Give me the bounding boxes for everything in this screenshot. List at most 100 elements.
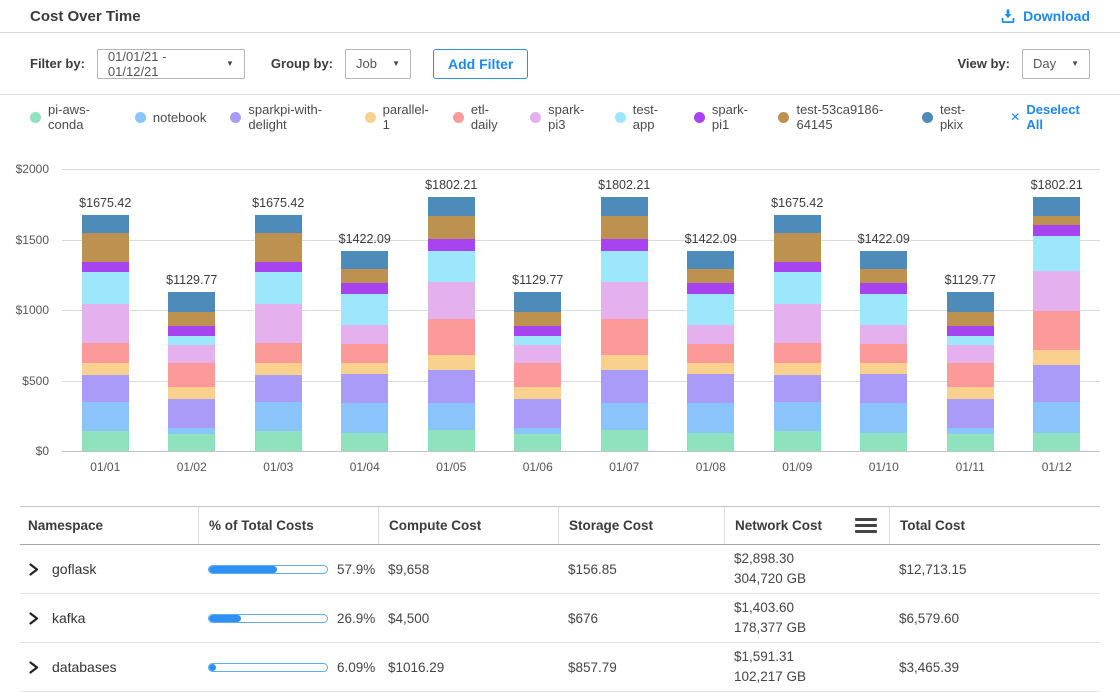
bar-segment-pi-aws-conda[interactable] (514, 434, 561, 451)
expand-row-chevron-icon[interactable] (28, 661, 39, 674)
bar-segment-pi-aws-conda[interactable] (947, 434, 994, 451)
bar-segment-spark-pi3[interactable] (774, 304, 821, 343)
legend-item-pi-aws-conda[interactable]: pi-aws-conda (30, 102, 111, 132)
bar-segment-etl-daily[interactable] (514, 363, 561, 387)
bar-segment-test-pkix[interactable] (601, 197, 648, 216)
bar-segment-notebook[interactable] (341, 403, 388, 433)
bar-segment-spark-pi1[interactable] (687, 283, 734, 294)
bar-segment-notebook[interactable] (860, 403, 907, 433)
bar-segment-sparkpi-with-delight[interactable] (341, 374, 388, 403)
bar-segment-etl-daily[interactable] (774, 343, 821, 363)
bar-segment-test-pkix[interactable] (341, 251, 388, 269)
bar-segment-pi-aws-conda[interactable] (168, 434, 215, 451)
bar-segment-test-app[interactable] (82, 272, 129, 304)
bar-segment-parallel-1[interactable] (860, 363, 907, 373)
bar-segment-test-53ca9186-64145[interactable] (860, 269, 907, 283)
bar-segment-test-app[interactable] (255, 272, 302, 304)
bar-segment-spark-pi1[interactable] (82, 262, 129, 271)
bar-segment-parallel-1[interactable] (168, 387, 215, 399)
bar-segment-parallel-1[interactable] (514, 387, 561, 399)
legend-item-etl-daily[interactable]: etl-daily (453, 102, 506, 132)
bar-segment-spark-pi1[interactable] (1033, 225, 1080, 236)
bar-segment-spark-pi1[interactable] (774, 262, 821, 271)
legend-item-parallel-1[interactable]: parallel-1 (365, 102, 429, 132)
bar-segment-sparkpi-with-delight[interactable] (860, 374, 907, 403)
bar-segment-spark-pi3[interactable] (601, 282, 648, 320)
bar-segment-test-pkix[interactable] (255, 215, 302, 233)
bar-segment-test-pkix[interactable] (428, 197, 475, 216)
bar-segment-test-53ca9186-64145[interactable] (774, 233, 821, 263)
bar-segment-notebook[interactable] (255, 402, 302, 431)
bar-segment-spark-pi3[interactable] (1033, 271, 1080, 310)
bar-segment-test-53ca9186-64145[interactable] (514, 312, 561, 326)
bar-segment-spark-pi1[interactable] (514, 326, 561, 336)
bar-segment-parallel-1[interactable] (82, 363, 129, 375)
legend-item-spark-pi1[interactable]: spark-pi1 (694, 102, 755, 132)
legend-item-notebook[interactable]: notebook (135, 110, 207, 125)
bar-segment-test-pkix[interactable] (687, 251, 734, 269)
bar-segment-test-53ca9186-64145[interactable] (341, 269, 388, 283)
bar-segment-etl-daily[interactable] (947, 363, 994, 387)
bar-segment-sparkpi-with-delight[interactable] (428, 370, 475, 403)
bar-segment-sparkpi-with-delight[interactable] (774, 375, 821, 402)
legend-item-test-53ca9186-64145[interactable]: test-53ca9186-64145 (778, 102, 897, 132)
bar-segment-pi-aws-conda[interactable] (428, 430, 475, 451)
bar-segment-test-pkix[interactable] (774, 215, 821, 233)
bar-segment-notebook[interactable] (687, 403, 734, 433)
legend-item-spark-pi3[interactable]: spark-pi3 (530, 102, 591, 132)
bar-segment-test-app[interactable] (514, 336, 561, 345)
bar-segment-pi-aws-conda[interactable] (341, 433, 388, 451)
bar-segment-parallel-1[interactable] (428, 355, 475, 370)
namespace-cell[interactable]: kafka (20, 610, 198, 626)
bar-segment-spark-pi1[interactable] (601, 239, 648, 251)
table-row-databases[interactable]: databases6.09%$1016.29$857.79$1,591.3110… (20, 643, 1100, 692)
bar-segment-spark-pi3[interactable] (82, 304, 129, 343)
date-range-select[interactable]: 01/01/21 - 01/12/21 ▼ (97, 49, 245, 79)
bar-segment-test-app[interactable] (601, 251, 648, 282)
bar-segment-pi-aws-conda[interactable] (82, 431, 129, 451)
bar-segment-notebook[interactable] (774, 402, 821, 431)
bar-segment-etl-daily[interactable] (341, 344, 388, 364)
expand-row-chevron-icon[interactable] (28, 563, 39, 576)
bar-segment-parallel-1[interactable] (687, 363, 734, 373)
bar-segment-etl-daily[interactable] (1033, 311, 1080, 350)
bar-segment-sparkpi-with-delight[interactable] (601, 370, 648, 403)
bar-segment-notebook[interactable] (428, 403, 475, 430)
bar-segment-test-app[interactable] (1033, 236, 1080, 272)
column-settings-icon[interactable] (853, 516, 879, 535)
bar-segment-sparkpi-with-delight[interactable] (687, 374, 734, 403)
legend-item-sparkpi-with-delight[interactable]: sparkpi-with-delight (230, 102, 340, 132)
bar-segment-sparkpi-with-delight[interactable] (82, 375, 129, 402)
bar-segment-parallel-1[interactable] (774, 363, 821, 375)
bar-segment-spark-pi1[interactable] (860, 283, 907, 294)
bar-segment-spark-pi1[interactable] (255, 262, 302, 271)
expand-row-chevron-icon[interactable] (28, 612, 39, 625)
table-row-kafka[interactable]: kafka26.9%$4,500$676$1,403.60178,377 GB$… (20, 594, 1100, 643)
bar-segment-spark-pi3[interactable] (255, 304, 302, 343)
bar-segment-notebook[interactable] (82, 402, 129, 431)
bar-segment-etl-daily[interactable] (82, 343, 129, 363)
bar-segment-pi-aws-conda[interactable] (687, 433, 734, 451)
bar-segment-pi-aws-conda[interactable] (601, 430, 648, 451)
bar-segment-parallel-1[interactable] (1033, 350, 1080, 364)
bar-segment-test-app[interactable] (428, 251, 475, 282)
bar-segment-test-53ca9186-64145[interactable] (255, 233, 302, 263)
bar-segment-test-pkix[interactable] (514, 292, 561, 312)
namespace-cell[interactable]: databases (20, 659, 198, 675)
bar-segment-test-pkix[interactable] (82, 215, 129, 233)
bar-segment-test-app[interactable] (341, 294, 388, 326)
bar-segment-sparkpi-with-delight[interactable] (168, 399, 215, 428)
bar-segment-test-pkix[interactable] (168, 292, 215, 312)
bar-segment-test-app[interactable] (687, 294, 734, 326)
bar-segment-test-app[interactable] (947, 336, 994, 345)
bar-segment-test-pkix[interactable] (1033, 197, 1080, 216)
bar-segment-parallel-1[interactable] (601, 355, 648, 370)
bar-segment-spark-pi3[interactable] (947, 345, 994, 363)
bar-segment-parallel-1[interactable] (255, 363, 302, 375)
bar-segment-etl-daily[interactable] (168, 363, 215, 387)
bar-segment-test-53ca9186-64145[interactable] (687, 269, 734, 283)
bar-segment-parallel-1[interactable] (947, 387, 994, 399)
bar-segment-spark-pi3[interactable] (341, 325, 388, 343)
bar-segment-pi-aws-conda[interactable] (860, 433, 907, 451)
bar-segment-notebook[interactable] (1033, 402, 1080, 432)
